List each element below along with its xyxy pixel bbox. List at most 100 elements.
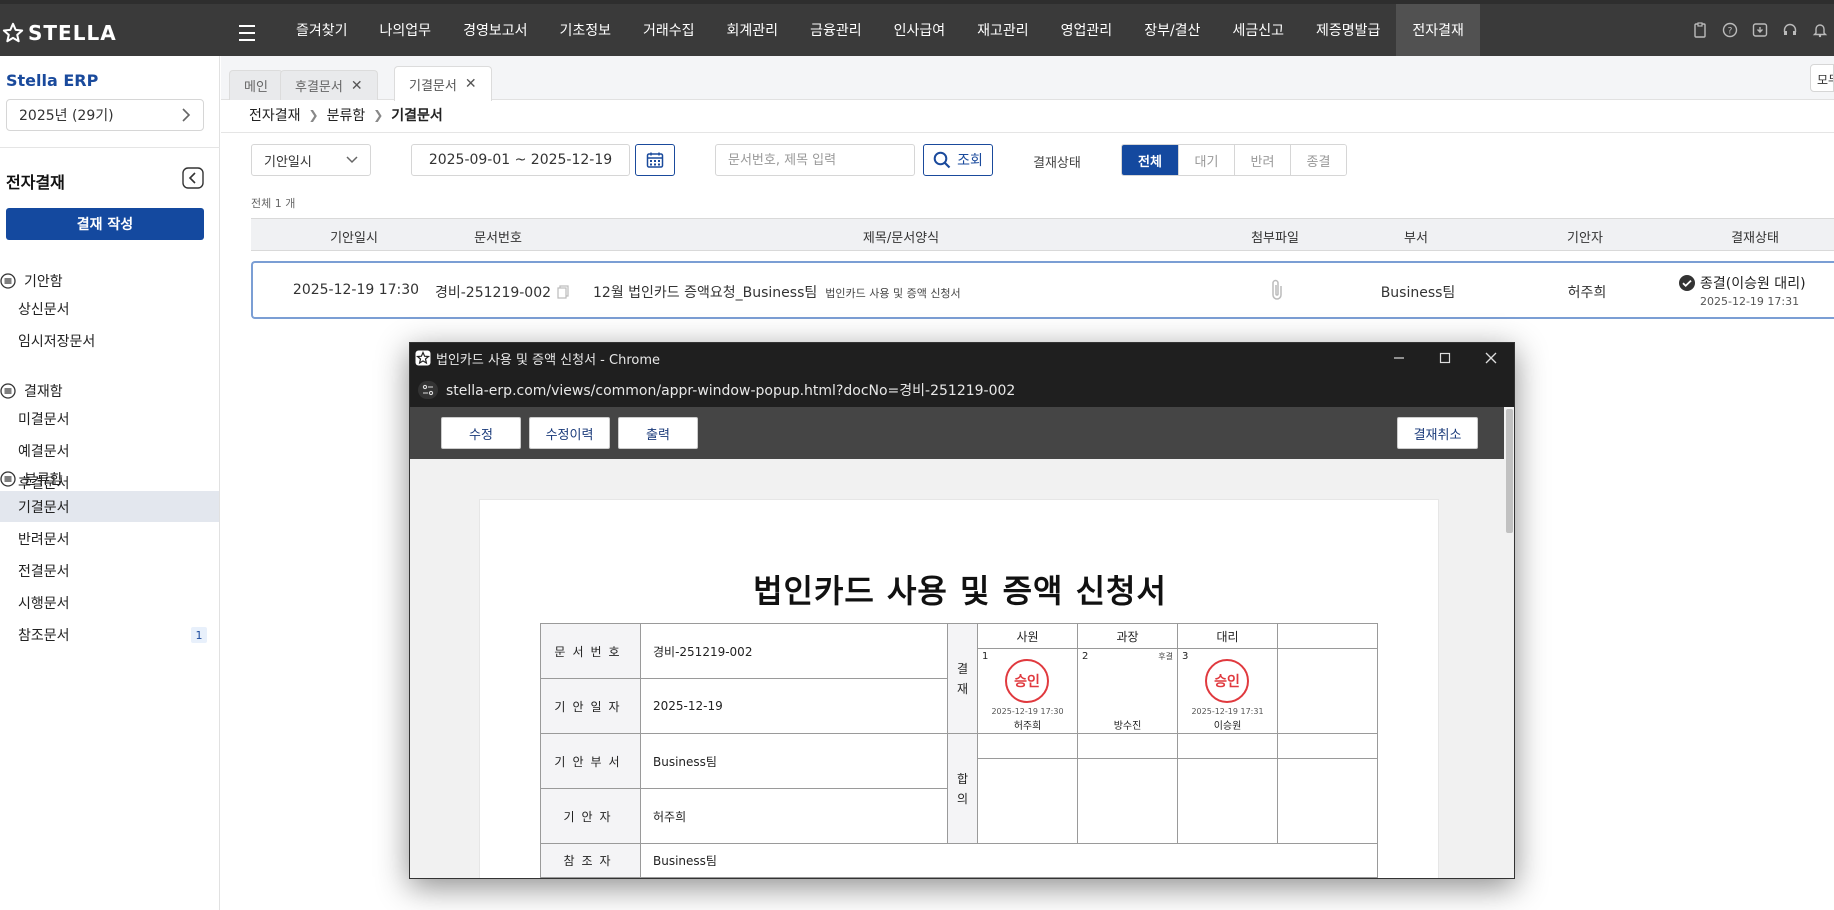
nav-item[interactable]: 회계관리	[711, 4, 795, 56]
maximize-icon[interactable]	[1422, 343, 1468, 373]
tab[interactable]: 후결문서 ✕	[280, 70, 378, 100]
attachment-icon[interactable]	[1270, 278, 1284, 302]
fiscal-year-label: 2025년 (29기)	[19, 108, 114, 124]
collapse-sidebar-icon[interactable]	[182, 167, 204, 189]
search-button[interactable]: 조회	[923, 144, 993, 176]
date-type-select[interactable]: 기안일시	[251, 144, 371, 176]
sidebar-item[interactable]: 예결문서	[0, 435, 219, 466]
approved-stamp: 승인	[1205, 659, 1249, 703]
nav-item[interactable]: 나의업무	[364, 4, 448, 56]
table-row[interactable]: 2025-12-19 17:30 경비-251219-002 12월 법인카드 …	[251, 261, 1834, 319]
breadcrumb-separator-icon: ❯	[308, 108, 319, 122]
list-icon	[0, 273, 16, 289]
help-icon[interactable]: ?	[1722, 22, 1738, 38]
nav-item[interactable]: 제증명발급	[1300, 4, 1396, 56]
sidebar-item[interactable]: 임시저장문서	[0, 325, 219, 356]
signer-name: 이승원	[1213, 721, 1242, 732]
nav-item[interactable]: 금융관리	[794, 4, 878, 56]
nav-item[interactable]: 영업관리	[1045, 4, 1129, 56]
total-count: 전체 1 개	[251, 197, 296, 210]
table-header: 기안일시 문서번호 제목/문서양식 첨부파일 부서 기안자 결재상태	[251, 218, 1834, 251]
sidebar-group[interactable]: 결재함	[0, 381, 63, 401]
edit-button[interactable]: 수정	[441, 417, 521, 449]
agree-cell	[1077, 758, 1178, 844]
close-window-icon[interactable]	[1468, 343, 1514, 373]
status-filter-group: 전체 대기 반려 종결	[1121, 144, 1347, 176]
date-range-input[interactable]: 2025-09-01 ~ 2025-12-19	[411, 144, 630, 176]
write-approval-button[interactable]: 결재 작성	[6, 208, 204, 240]
download-icon[interactable]	[1752, 22, 1768, 38]
headset-icon[interactable]	[1782, 22, 1798, 38]
column-header[interactable]: 문서번호	[474, 227, 522, 246]
sidebar-group[interactable]: 분류함	[0, 469, 63, 489]
value-draft-date: 2025-12-19	[640, 678, 948, 734]
app-logo[interactable]: STELLA	[2, 21, 117, 45]
column-header[interactable]: 기안일시	[330, 227, 378, 246]
popup-scrollbar[interactable]	[1504, 407, 1514, 878]
popup-address-bar[interactable]: stella-erp.com/views/common/appr-window-…	[410, 373, 1514, 407]
tab-overflow-button[interactable]: 모두	[1810, 64, 1834, 92]
column-header[interactable]: 첨부파일	[1251, 227, 1299, 246]
column-header[interactable]: 제목/문서양식	[863, 227, 939, 246]
edit-history-button[interactable]: 수정이력	[529, 417, 610, 449]
calendar-icon	[646, 152, 664, 168]
top-icon-group: ?	[1692, 22, 1828, 38]
fiscal-year-selector[interactable]: 2025년 (29기)	[6, 99, 204, 131]
scrollbar-thumb[interactable]	[1506, 409, 1513, 533]
breadcrumb-item[interactable]: 전자결재	[249, 105, 301, 125]
sidebar-item[interactable]: 미결문서	[0, 403, 219, 434]
status-filter-option[interactable]: 종결	[1290, 145, 1346, 175]
sidebar-group[interactable]: 기안함	[0, 271, 63, 291]
date-type-value: 기안일시	[264, 154, 312, 170]
nav-item[interactable]: 기초정보	[543, 4, 627, 56]
clipboard-icon[interactable]	[1692, 22, 1708, 38]
breadcrumb-separator-icon: ❯	[373, 108, 384, 122]
close-tab-icon[interactable]: ✕	[465, 76, 477, 92]
calendar-button[interactable]	[635, 144, 675, 176]
doc-title-text[interactable]: 12월 법인카드 증액요청_Business팀	[593, 282, 817, 302]
sidebar-item[interactable]: 기결문서	[0, 491, 219, 522]
status-filter-option[interactable]: 전체	[1122, 145, 1178, 175]
nav-item[interactable]: 장부/결산	[1128, 4, 1216, 56]
tab[interactable]: 기결문서 ✕	[394, 66, 492, 101]
status-time: 2025-12-19 17:31	[1700, 295, 1800, 308]
sidebar-item[interactable]: 전결문서	[0, 555, 219, 586]
column-header[interactable]: 결재상태	[1731, 227, 1779, 246]
bell-icon[interactable]	[1812, 22, 1828, 38]
signer-cell-empty	[1277, 648, 1378, 734]
copy-icon[interactable]	[557, 285, 569, 299]
search-input[interactable]	[715, 144, 915, 176]
column-header[interactable]: 부서	[1404, 227, 1428, 246]
svg-text:?: ?	[1728, 27, 1733, 37]
approval-popup-window: 법인카드 사용 및 증액 신청서 - Chrome stella-erp.com…	[409, 342, 1515, 879]
menu-hamburger-icon[interactable]	[239, 24, 261, 42]
close-tab-icon[interactable]: ✕	[351, 78, 363, 94]
column-header[interactable]: 기안자	[1567, 227, 1603, 246]
site-settings-icon[interactable]	[418, 381, 438, 399]
status-filter-option[interactable]: 반려	[1234, 145, 1290, 175]
nav-item[interactable]: 세금신고	[1216, 4, 1300, 56]
agree-cell	[1277, 733, 1378, 759]
sidebar-item[interactable]: 참조문서 1	[0, 619, 219, 650]
app-favicon-icon	[415, 350, 431, 366]
cell-status: 종결(이승원 대리) 2025-12-19 17:31	[1678, 273, 1834, 308]
sidebar-item[interactable]: 상신문서	[0, 293, 219, 324]
nav-item[interactable]: 경영보고서	[447, 4, 543, 56]
breadcrumb-item[interactable]: 분류함	[327, 105, 366, 125]
nav-item[interactable]: 재고관리	[961, 4, 1045, 56]
nav-item[interactable]: 거래수집	[627, 4, 711, 56]
nav-item[interactable]: 즐겨찾기	[280, 4, 364, 56]
print-button[interactable]: 출력	[618, 417, 698, 449]
top-navigation-bar: STELLA 즐겨찾기 나의업무 경영보고서 기초정보 거래수집 회계관리 금융관리 인사급여…	[0, 0, 1834, 56]
cell-title: 12월 법인카드 증액요청_Business팀 법인카드 사용 및 증액 신청서	[593, 282, 961, 302]
nav-item[interactable]: 전자결재	[1396, 4, 1480, 56]
sidebar-item[interactable]: 시행문서	[0, 587, 219, 618]
sidebar-item-label: 미결문서	[18, 411, 70, 428]
cancel-approval-button[interactable]: 결재취소	[1397, 417, 1478, 449]
sidebar-item[interactable]: 반려문서	[0, 523, 219, 554]
nav-item[interactable]: 인사급여	[878, 4, 962, 56]
status-filter-option[interactable]: 대기	[1178, 145, 1234, 175]
cell-drafter: 허주희	[1567, 285, 1607, 301]
minimize-icon[interactable]	[1376, 343, 1422, 373]
tab[interactable]: 메인	[229, 70, 283, 100]
